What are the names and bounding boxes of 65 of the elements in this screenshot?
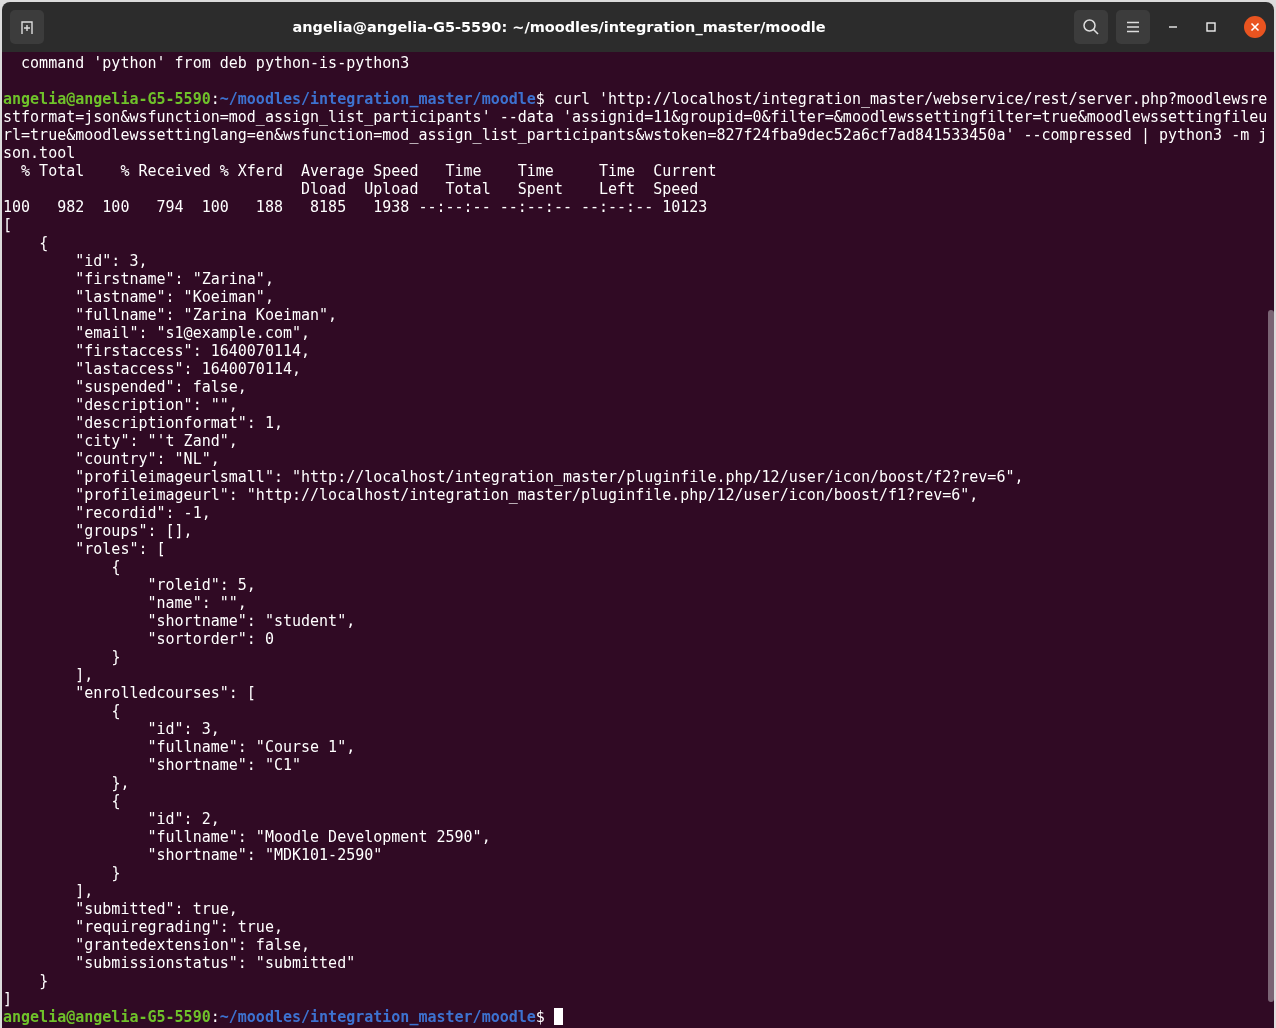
output-line: { [110,792,122,810]
output-line: "grantedextension": false, [74,936,312,954]
output-line: } [110,648,122,666]
prompt-path: ~/moodles/integration_master/moodle [219,1008,536,1026]
new-tab-icon [19,19,35,35]
output-line: "recordid": -1, [74,504,212,522]
output-line: "fullname": "Zarina Koeiman", [74,306,339,324]
output-line: } [38,972,50,990]
close-button[interactable] [1244,16,1266,38]
prompt-user-host: angelia@angelia-G5-5590 [3,1008,211,1026]
output-line: "submissionstatus": "submitted" [74,954,357,972]
menu-icon [1126,21,1140,33]
output-line: "name": "", [146,594,248,612]
output-line: "profileimageurl": "http://localhost/integration_master/pluginfile.php/12/user/icon/boost/f1?rev=6", [74,486,980,504]
output-line: "country": "NL", [74,450,221,468]
output-line: "requiregrading": true, [74,918,284,936]
output-line: "roleid": 5, [146,576,257,594]
output-line: "email": "s1@example.com", [74,324,312,342]
maximize-icon [1206,22,1216,32]
minimize-icon [1168,26,1178,28]
output-line: % Total % Received % Xferd Average Speed Time Time Time Current [20,162,718,180]
output-line: { [38,234,50,252]
output-line: "shortname": "student", [146,612,357,630]
output-line: ], [74,666,95,684]
output-line: "shortname": "MDK101-2590" [146,846,384,864]
output-line: "descriptionformat": 1, [74,414,284,432]
output-line: "submitted": true, [74,900,239,918]
new-tab-button[interactable] [10,10,44,44]
output-line: "roles": [ [74,540,167,558]
output-line: "lastname": "Koeiman", [74,288,275,306]
output-line: ], [74,882,95,900]
output-line: [ [3,216,14,234]
output-line: "city": "'t Zand", [74,432,239,450]
search-icon [1082,18,1100,36]
output-line: ] [3,990,14,1008]
output-line: "id": 3, [74,252,149,270]
output-line: "id": 3, [146,720,221,738]
search-button[interactable] [1074,10,1108,44]
output-line: { [110,702,122,720]
output-line: } [110,864,122,882]
window-title: angelia@angelia-G5-5590: ~/moodles/integration_master/moodle [291,19,827,35]
output-line: "shortname": "C1" [146,756,303,774]
output-line: "sortorder": 0 [146,630,275,648]
output-line: "groups": [], [74,522,194,540]
output-line: "id": 2, [146,810,221,828]
output-line: "fullname": "Course 1", [146,738,357,756]
output-line: Dload Upload Total Spent Left Speed [300,180,700,198]
scrollbar-thumb[interactable] [1268,310,1274,1002]
output-line: command 'python' from deb python-is-python3 [20,54,411,72]
prompt-symbol: $ [535,1008,545,1026]
output-line: }, [110,774,131,792]
output-line: "lastaccess": 1640070114, [74,360,303,378]
output-line: "firstaccess": 1640070114, [74,342,312,360]
output-line: 100 982 100 794 100 188 8185 1938 --:--:-- --:--:-- --:--:-- 10123 [3,198,709,216]
close-icon [1250,22,1260,32]
output-line: "firstname": "Zarina", [74,270,275,288]
output-line: "enrolledcourses": [ [74,684,257,702]
output-line: "profileimageurlsmall": "http://localhost/integration_master/pluginfile.php/12/user/icon/boost/f2?rev=6", [74,468,1025,486]
output-line: "suspended": false, [74,378,248,396]
menu-button[interactable] [1116,10,1150,44]
output-line: { [110,558,122,576]
command-line: angelia@angelia-G5-5590:~/moodles/integration_master/moodle$ curl 'http://localhost/integration_master/webservice/rest/server.php?moodlewsrestformat=json&wsfunction=mod_assign_list_participants' --data 'assignid=11&groupid=0&filter=&moodlewssettingfilter=true&moodlewssettingfileurl=true&moodlewssettinglang=en&wsfunction=mod_assign_list_participants&wstoken=827f24fba9dec52a6cf7ad841533450a' --compressed | python3 -m json.tool [3,90,1269,162]
prompt-separator: : [210,1008,220,1026]
output-line: "description": "", [74,396,239,414]
output-line: "fullname": "Moodle Development 2590", [146,828,492,846]
